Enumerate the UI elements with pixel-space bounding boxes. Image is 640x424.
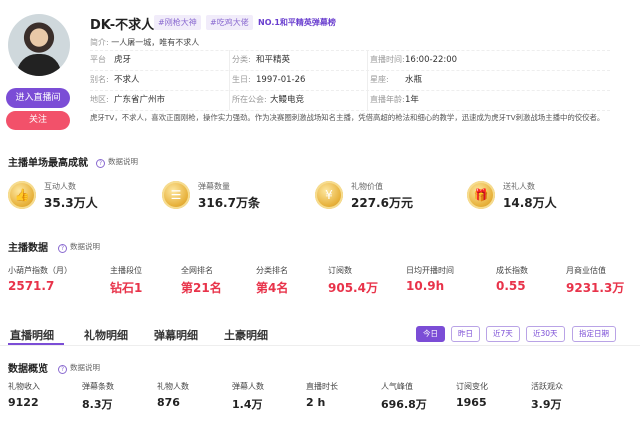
overview-value: 3.9万 (531, 398, 562, 411)
overview-label: 礼物人数 (157, 382, 189, 391)
region-value: 广东省广州市 (114, 95, 166, 105)
stream-age-label: 直播年龄: (370, 95, 405, 104)
info-row-3: 地区: 广东省广州市 所在公会: 大鳗电竞 直播年龄:1年 (90, 90, 610, 110)
rank-badge: NO.1和平精英弹幕榜 (258, 18, 336, 27)
overview-value: 1965 (456, 396, 487, 409)
intro-label: 简介: (90, 38, 109, 47)
zodiac-value: 水瓶 (405, 75, 423, 85)
stat-value: 0.55 (496, 279, 526, 293)
overview-value: 1.4万 (232, 398, 263, 411)
tab-gift-details[interactable]: 礼物明细 (84, 327, 128, 343)
region-label: 地区: (90, 95, 109, 104)
overview-label: 人气峰值 (381, 382, 413, 391)
stream-age-value: 1年 (405, 95, 419, 105)
gift-sender-medal-icon: 🎁 (467, 181, 495, 209)
info-row-2: 别名: 不求人 生日: 1997-01-26 星座: 水瓶 (90, 70, 610, 90)
overview-value: 9122 (8, 396, 39, 409)
overview-label: 直播时长 (306, 382, 338, 391)
stat-value: 第4名 (256, 281, 289, 295)
stat-value: 10.9h (406, 279, 445, 293)
category-label: 分类: (232, 55, 251, 64)
range-custom-date-button[interactable]: 指定日期 (572, 326, 616, 342)
range-yesterday-button[interactable]: 昨日 (451, 326, 480, 342)
streamer-name: DK-不求人 (90, 18, 155, 33)
intro: 简介: 一人屠一城，唯有不求人 (90, 37, 199, 48)
active-tab-indicator (8, 343, 64, 345)
guild-label: 所在公会: (232, 95, 267, 104)
overview-label: 订阅变化 (456, 382, 488, 391)
question-icon: ? (58, 244, 67, 253)
stat-label: 日均开播时间 (406, 266, 454, 275)
stat-value: 2571.7 (8, 279, 55, 293)
overview-label: 礼物收入 (8, 382, 40, 391)
range-today-button[interactable]: 今日 (416, 326, 445, 342)
tab-live-details[interactable]: 直播明细 (10, 327, 54, 343)
tag-gangqiang[interactable]: #刚枪大神 (154, 15, 201, 30)
birthday-value: 1997-01-26 (256, 75, 306, 85)
stat-label: 主播段位 (110, 266, 142, 275)
gift-value-medal-icon: ¥ (315, 181, 343, 209)
range-30days-button[interactable]: 近30天 (526, 326, 565, 342)
tag-chiji[interactable]: #吃鸡大佬 (206, 15, 253, 30)
alias-value: 不求人 (114, 75, 140, 85)
overview-help[interactable]: ? 数据说明 (58, 362, 100, 374)
stat-label: 小葫芦指数（月） (8, 266, 72, 275)
stat-value: 第21名 (181, 281, 222, 295)
platform-value: 虎牙 (114, 55, 132, 65)
guild-value: 大鳗电竞 (270, 95, 305, 105)
zodiac-label: 星座: (370, 75, 389, 84)
avatar (8, 14, 70, 76)
question-icon: ? (96, 159, 105, 168)
overview-value: 8.3万 (82, 398, 113, 411)
intro-text: 一人屠一城，唯有不求人 (111, 38, 200, 47)
overview-value: 696.8万 (381, 398, 427, 411)
tab-danmu-details[interactable]: 弹幕明细 (154, 327, 198, 343)
live-time-label: 直播时间: (370, 55, 405, 64)
stat-label: 订阅数 (328, 266, 352, 275)
overview-label: 弹幕人数 (232, 382, 264, 391)
stat-value: 钻石1 (110, 281, 143, 295)
achievements-title: 主播单场最高成就 (8, 158, 88, 169)
achievements-help[interactable]: ? 数据说明 (96, 156, 138, 168)
follow-button[interactable]: 关注 (6, 111, 70, 130)
overview-value: 876 (157, 396, 180, 409)
range-7days-button[interactable]: 近7天 (486, 326, 520, 342)
info-row-1: 平台 虎牙 分类: 和平精英 直播时间:16:00-22:00 (90, 50, 610, 70)
question-icon: ? (58, 365, 67, 374)
birthday-label: 生日: (232, 75, 251, 84)
stat-value: 905.4万 (328, 281, 378, 295)
overview-label: 弹幕条数 (82, 382, 114, 391)
overview-value: 2 h (306, 396, 326, 409)
tab-rich-details[interactable]: 土豪明细 (224, 327, 268, 343)
platform-label: 平台 (90, 55, 106, 64)
stat-value: 9231.3万 (566, 281, 625, 295)
danmu-medal-icon: ☰ (162, 181, 190, 209)
stat-label: 月商业估值 (566, 266, 606, 275)
enter-live-room-button[interactable]: 进入直播间 (6, 88, 70, 108)
stats-title: 主播数据 (8, 243, 48, 254)
stat-label: 成长指数 (496, 266, 528, 275)
category-value: 和平精英 (256, 55, 291, 65)
overview-label: 活跃观众 (531, 382, 563, 391)
live-time-value: 16:00-22:00 (405, 55, 458, 65)
overview-title: 数据概览 (8, 364, 48, 375)
like-medal-icon: 👍 (8, 181, 36, 209)
stats-help[interactable]: ? 数据说明 (58, 241, 100, 253)
stat-label: 分类排名 (256, 266, 288, 275)
streamer-description: 虎牙TV，不求人，喜欢正面刚枪，操作实力强劲。作为决赛圈刺激战场知名主播，凭借高… (90, 113, 605, 122)
alias-label: 别名: (90, 75, 109, 84)
stat-label: 全网排名 (181, 266, 213, 275)
